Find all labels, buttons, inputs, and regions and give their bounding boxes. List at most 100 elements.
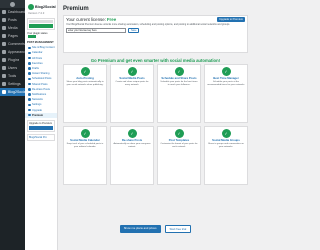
plugin-nav-label: Premium <box>32 113 44 117</box>
nav-section-title: POST MANAGEMENT <box>27 41 54 45</box>
feature-card: ✓ Social Media Posts Create and share uniq… <box>110 64 154 123</box>
menu-icon <box>2 42 6 46</box>
wp-menu-item[interactable]: Blog2Social <box>0 88 25 96</box>
plugin-nav-label: Shared Posts <box>32 82 48 86</box>
plugin-nav-label: Favorites <box>32 61 43 65</box>
upgrade-box-button[interactable] <box>29 125 53 130</box>
nav-icon <box>28 88 31 91</box>
wp-menu-label: Media <box>8 26 18 30</box>
feature-description: Schedule your posts for the best times t… <box>160 81 198 86</box>
profile-selector[interactable] <box>29 20 53 23</box>
feature-icon: ✓ <box>174 129 184 138</box>
feature-name[interactable]: Social Media Posts <box>119 76 144 80</box>
nav-icon <box>28 98 31 101</box>
feature-card: ✓ Social Media Groups Share to groups and … <box>204 126 248 185</box>
features-title: Go Premium and get even smarter with soc… <box>90 58 221 63</box>
nav-icon <box>28 51 31 55</box>
plugin-nav-label: Re-share Posts <box>32 87 50 91</box>
menu-icon <box>2 10 6 14</box>
nav-icon <box>28 67 31 70</box>
feature-description: Automatically re-share your evergreen co… <box>113 143 151 148</box>
wp-menu-label: Blog2Social <box>8 90 25 94</box>
profile-button[interactable] <box>29 24 53 28</box>
wp-menu-item[interactable]: Plugins <box>0 56 25 64</box>
feature-card: ✓ Re-share Posts Automatically re-share yo… <box>110 126 154 185</box>
menu-icon <box>2 90 6 94</box>
menu-icon <box>2 66 6 70</box>
profile-box <box>27 18 55 30</box>
wp-menu-item[interactable]: Dashboard <box>0 8 25 16</box>
feature-icon: ✓ <box>80 67 90 76</box>
feature-description: Share to groups and communities on your … <box>208 143 244 148</box>
menu-icon <box>2 18 6 22</box>
feature-name[interactable]: Schedule and Share Posts <box>161 76 196 80</box>
pro-box: Blog2Social Pro <box>27 133 55 141</box>
wp-menu-item[interactable]: Settings <box>0 80 25 88</box>
upgrade-box: Upgrade to Premium <box>27 119 55 132</box>
wp-menu-label: Appearance <box>8 50 25 54</box>
wp-menu-item[interactable]: Tools <box>0 72 25 80</box>
feature-name[interactable]: Re-share Posts <box>122 138 142 142</box>
menu-icon <box>2 58 6 62</box>
plugin-nav-item[interactable]: Premium <box>25 112 57 118</box>
menu-icon <box>2 82 6 86</box>
plugin-nav-label: Instant Sharing <box>32 72 50 76</box>
wp-menu-label: Comments <box>8 42 25 46</box>
feature-icon: ✓ <box>127 67 137 76</box>
plugin-nav-label: Site & Blog Content <box>32 46 55 50</box>
upgrade-button[interactable]: Upgrade to Premium <box>217 17 245 22</box>
wp-menu-label: Posts <box>8 18 17 22</box>
plugin-nav-label: Settings <box>32 103 42 107</box>
feature-name[interactable]: Social Media Calendar <box>70 138 100 142</box>
feature-description: Share your blog posts automatically to y… <box>66 81 104 86</box>
menu-icon <box>2 50 6 54</box>
menu-icon <box>2 26 6 30</box>
plugin-nav-label: Networks <box>32 98 43 102</box>
wordpress-icon[interactable] <box>0 0 25 8</box>
nav-icon <box>28 103 31 107</box>
plugin-status: Your plugin status <box>27 32 55 38</box>
nav-icon <box>28 77 31 81</box>
free-trial-button[interactable]: Start free trial <box>164 225 192 233</box>
feature-icon: ✓ <box>221 129 231 138</box>
plugin-nav-label: All Posts <box>32 56 43 60</box>
feature-card: ✓ Schedule and Share Posts Schedule your p… <box>157 64 201 123</box>
main-content: Premium Your current license: Free Upgra… <box>60 0 248 250</box>
plans-prices-button[interactable]: Show me plans and prices <box>119 225 161 233</box>
feature-name[interactable]: Post Templates <box>169 138 189 142</box>
feature-icon: ✓ <box>127 129 137 138</box>
wp-menu-label: Users <box>8 66 18 70</box>
wp-menu-item[interactable]: Comments <box>0 40 25 48</box>
feature-card: ✓ Auto-Posting Share your blog posts autom… <box>63 64 107 123</box>
feature-name[interactable]: Auto-Posting <box>76 76 94 80</box>
nav-icon <box>28 46 31 50</box>
license-save-button[interactable]: Save <box>128 28 140 33</box>
plugin-nav-label: Scheduled Posts <box>32 77 52 81</box>
wp-menu-item[interactable]: Appearance <box>0 48 25 56</box>
menu-icon <box>2 74 6 78</box>
wp-menu-label: Pages <box>8 34 18 38</box>
wp-menu-item[interactable]: Users <box>0 64 25 72</box>
feature-icon: ✓ <box>221 67 231 76</box>
wp-admin-sidebar: Dashboard Posts Media Pages Comments Appearan… <box>0 0 25 250</box>
license-card: Your current license: Free Upgrade to Pr… <box>63 15 248 53</box>
nav-icon <box>28 62 31 65</box>
wp-menu-label: Plugins <box>8 58 20 62</box>
wp-menu-item[interactable]: Pages <box>0 32 25 40</box>
wp-menu-label: Settings <box>8 82 21 86</box>
nav-icon <box>28 108 31 112</box>
feature-description: Create and share unique posts for every … <box>115 81 149 86</box>
nav-icon <box>28 113 31 117</box>
feature-description: Schedule your posts at the recommended t… <box>207 81 245 86</box>
feature-name[interactable]: Social Media Groups <box>212 138 240 142</box>
nav-icon <box>28 93 31 96</box>
nav-icon <box>28 56 31 60</box>
plugin-version: Version 7.2.3 <box>28 11 45 15</box>
wp-menu-item[interactable]: Posts <box>0 16 25 24</box>
feature-grid: ✓ Auto-Posting Share your blog posts autom… <box>63 64 248 185</box>
wp-menu-item[interactable]: Media <box>0 24 25 32</box>
feature-name[interactable]: Best Time Manager <box>213 76 239 80</box>
license-badge: Free <box>106 17 117 22</box>
feature-icon: ✓ <box>174 67 184 76</box>
license-key-input[interactable]: enter your license key here <box>66 28 126 33</box>
